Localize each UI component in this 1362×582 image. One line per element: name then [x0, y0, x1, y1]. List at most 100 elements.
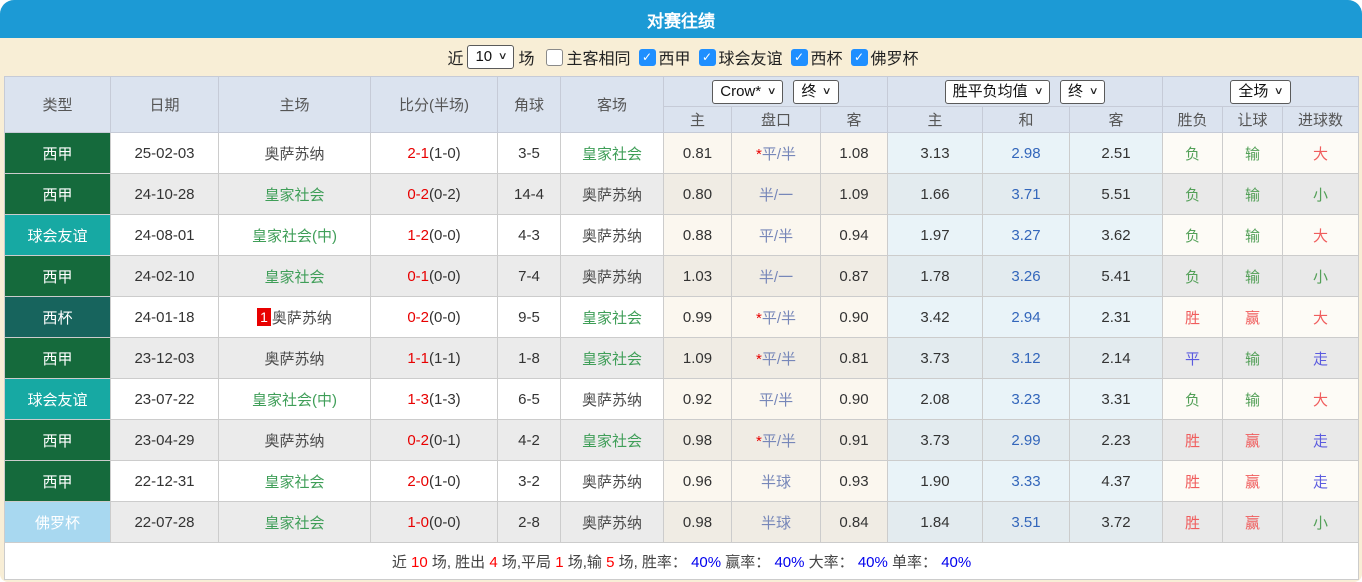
cell-result-handicap: 输	[1222, 378, 1284, 420]
cell-date: 23-07-22	[110, 378, 219, 420]
panel-title: 对赛往绩	[0, 0, 1362, 38]
avg-type-select[interactable]: 胜平负均值 ∨	[944, 79, 1051, 104]
avg-time-select[interactable]: 终 ∨	[1060, 79, 1106, 104]
cell-odds-home: 1.09	[663, 337, 732, 379]
away-team-name: 奥萨苏纳	[581, 186, 642, 204]
cell-result-wdl: 负	[1162, 214, 1224, 256]
cell-result-handicap: 输	[1222, 214, 1284, 256]
league-label[interactable]: 球会友谊	[719, 45, 783, 69]
league-checkbox[interactable]: ✓	[638, 48, 656, 66]
col-header-result-goals: 进球数	[1282, 106, 1360, 133]
col-header-avg-away: 客	[1069, 106, 1164, 133]
cell-odds-away: 0.87	[819, 255, 889, 297]
col-header-odds-handicap: 盘口	[731, 106, 821, 133]
cell-result-wdl: 负	[1162, 132, 1224, 174]
odds-group-header: Crow* ∨ 终 ∨	[662, 76, 889, 107]
away-team-name: 皇家社会	[581, 432, 642, 450]
table-row: 西甲 24-02-10 皇家社会 0-1(0-0) 7-4 奥萨苏纳 1.03 …	[4, 255, 1360, 297]
cell-corner: 3-5	[497, 132, 561, 174]
cell-home-team: 皇家社会(中)	[218, 214, 371, 256]
near-count-select[interactable]: 10 ∨	[467, 45, 515, 69]
cell-home-team: 皇家社会	[218, 255, 371, 297]
col-header-odds-away: 客	[819, 106, 889, 133]
league-checkbox[interactable]: ✓	[698, 48, 716, 66]
cell-type: 西甲	[4, 173, 111, 215]
cell-corner: 4-2	[497, 419, 561, 461]
handicap-value: 平/半	[761, 145, 796, 163]
halftime-score: (0-0)	[429, 226, 461, 244]
cell-result-handicap: 输	[1222, 337, 1284, 379]
cell-avg-home: 1.66	[887, 173, 984, 215]
summary-segment: 40%	[941, 553, 972, 571]
table-row: 球会友谊 24-08-01 皇家社会(中) 1-2(0-0) 4-3 奥萨苏纳 …	[4, 214, 1360, 256]
odds-company-select[interactable]: Crow* ∨	[712, 79, 784, 104]
cell-avg-draw: 3.27	[982, 214, 1071, 256]
league-checkbox[interactable]: ✓	[850, 48, 868, 66]
avg-type-value: 胜平负均值	[952, 82, 1028, 100]
table-row: 佛罗杯 22-07-28 皇家社会 1-0(0-0) 2-8 奥萨苏纳 0.98…	[4, 501, 1360, 543]
filter-bar: 近 10 ∨ 场 主客相同 ✓ 西甲 ✓ 球会友谊 ✓ 西杯 ✓ 佛罗杯	[0, 38, 1362, 76]
cell-result-wdl: 胜	[1162, 460, 1224, 502]
halftime-score: (0-0)	[429, 308, 461, 326]
cell-date: 24-01-18	[110, 296, 219, 338]
scope-select[interactable]: 全场 ∨	[1230, 79, 1291, 104]
cell-handicap: *平/半	[731, 419, 821, 461]
halftime-score: (1-0)	[429, 472, 461, 490]
summary-segment: 赢率：	[721, 553, 775, 571]
halftime-score: (0-2)	[429, 185, 461, 203]
cell-home-team: 皇家社会	[218, 501, 371, 543]
cell-avg-away: 3.72	[1069, 501, 1164, 543]
same-venue-label[interactable]: 主客相同	[566, 45, 630, 69]
cell-result-goals: 走	[1282, 419, 1360, 461]
col-header-type: 类型	[4, 76, 111, 133]
cell-avg-home: 1.90	[887, 460, 984, 502]
chevron-down-icon: ∨	[766, 85, 777, 97]
cell-date: 22-07-28	[110, 501, 219, 543]
table-frame: 类型 日期 主场 比分(半场) 角球 客场 Crow* ∨ 终 ∨ 胜平负均值 …	[0, 76, 1362, 582]
cell-away-team: 皇家社会	[560, 132, 664, 174]
cell-handicap: 平/半	[731, 378, 821, 420]
cell-odds-home: 0.96	[663, 460, 732, 502]
cell-avg-draw: 2.98	[982, 132, 1071, 174]
cell-result-goals: 走	[1282, 460, 1360, 502]
league-label[interactable]: 西杯	[811, 45, 843, 69]
league-checkbox[interactable]: ✓	[790, 48, 808, 66]
col-header-away: 客场	[560, 76, 664, 133]
cell-result-wdl: 胜	[1162, 296, 1224, 338]
col-header-odds-home: 主	[663, 106, 732, 133]
table-row: 西甲 23-04-29 奥萨苏纳 0-2(0-1) 4-2 皇家社会 0.98 …	[4, 419, 1360, 461]
same-venue-checkbox[interactable]	[546, 48, 564, 66]
match-rows: 西甲 25-02-03 奥萨苏纳 2-1(1-0) 3-5 皇家社会 0.81 …	[4, 132, 1360, 543]
odds-time-select[interactable]: 终 ∨	[793, 79, 839, 104]
cell-handicap: 半球	[731, 501, 821, 543]
home-team-name: 皇家社会(中)	[252, 227, 337, 245]
cell-avg-away: 2.51	[1069, 132, 1164, 174]
cell-result-wdl: 胜	[1162, 501, 1224, 543]
cell-avg-home: 3.73	[887, 337, 984, 379]
cell-type: 西杯	[4, 296, 111, 338]
cell-score: 0-1(0-0)	[370, 255, 498, 297]
summary-segment: 大率：	[804, 553, 858, 571]
cell-handicap: 半/一	[731, 255, 821, 297]
avg-time-value: 终	[1068, 82, 1084, 100]
cell-handicap: 半球	[731, 460, 821, 502]
handicap-value: 平/半	[758, 391, 794, 409]
cell-result-handicap: 赢	[1222, 501, 1284, 543]
cell-odds-home: 0.98	[663, 419, 732, 461]
cell-type: 西甲	[4, 337, 111, 379]
home-team-name: 皇家社会	[264, 186, 325, 204]
cell-avg-home: 1.84	[887, 501, 984, 543]
league-label[interactable]: 佛罗杯	[871, 45, 919, 69]
cell-date: 24-10-28	[110, 173, 219, 215]
cell-odds-home: 0.99	[663, 296, 732, 338]
cell-odds-home: 0.92	[663, 378, 732, 420]
summary-segment: 4	[489, 553, 498, 571]
cell-avg-home: 2.08	[887, 378, 984, 420]
cell-score: 2-1(1-0)	[370, 132, 498, 174]
cell-away-team: 奥萨苏纳	[560, 460, 664, 502]
cell-avg-draw: 3.23	[982, 378, 1071, 420]
league-label[interactable]: 西甲	[659, 45, 691, 69]
table-row: 西杯 24-01-18 1 奥萨苏纳 0-2(0-0) 9-5 皇家社会 0.99…	[4, 296, 1360, 338]
cell-type: 球会友谊	[4, 378, 111, 420]
cell-odds-away: 0.91	[819, 419, 889, 461]
